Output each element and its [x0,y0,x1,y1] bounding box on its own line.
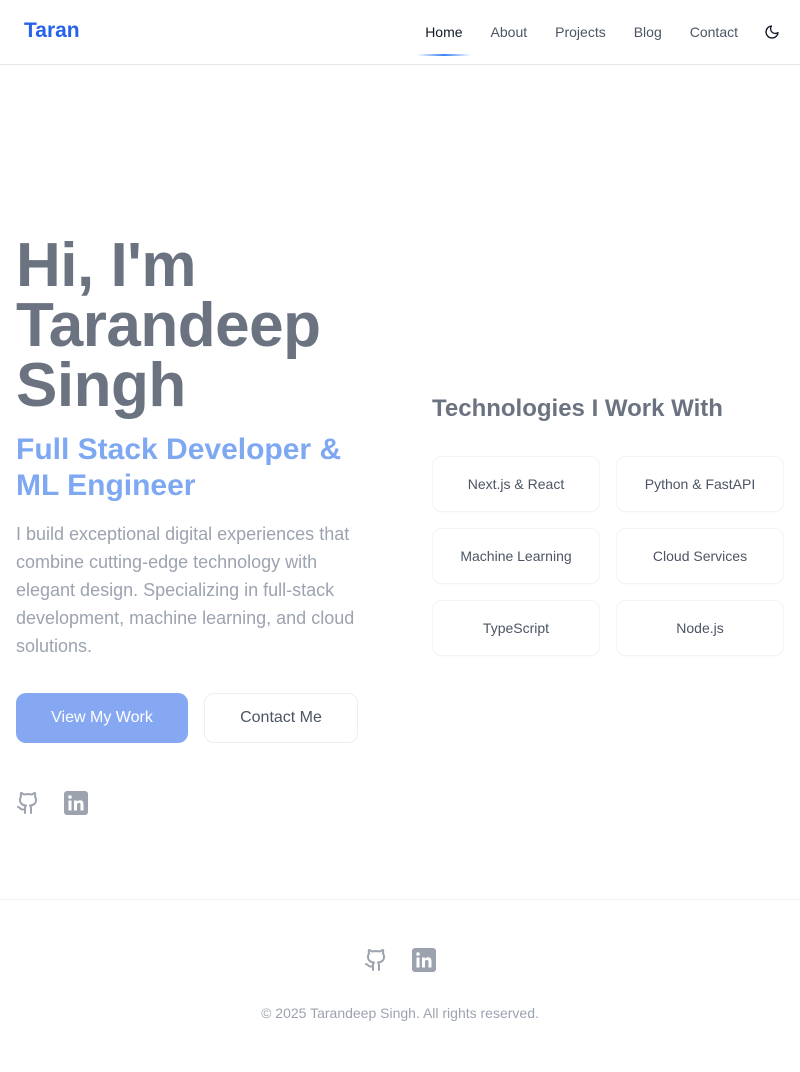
hero-title-line: Singh [16,351,186,420]
nav-link-home[interactable]: Home [417,24,471,56]
hero-title-line: Hi, I'm [16,231,197,300]
hero-buttons: View My Work Contact Me [16,693,396,743]
technologies-title: Technologies I Work With [432,395,723,422]
tech-card: TypeScript [432,600,600,656]
linkedin-icon[interactable] [412,948,436,972]
nav-links: Home About Projects Blog Contact [397,24,780,56]
contact-me-button[interactable]: Contact Me [204,693,358,743]
hero-title: Hi, I'm Tarandeep Singh [16,231,396,420]
view-my-work-button[interactable]: View My Work [16,693,188,743]
hero-subtitle-line: ML Engineer [16,469,196,502]
footer: © 2025 Tarandeep Singh. All rights reser… [0,899,800,1072]
hero-title-line: Tarandeep [16,291,321,360]
nav-link-blog[interactable]: Blog [634,24,662,40]
linkedin-icon[interactable] [64,791,88,815]
hero-subtitle-line: Full Stack Developer & [16,433,342,466]
technologies-section: Technologies I Work With Next.js & React… [432,394,784,656]
tech-card: Node.js [616,600,784,656]
tech-card: Next.js & React [432,456,600,512]
tech-card: Cloud Services [616,528,784,584]
hero-subtitle: Full Stack Developer & ML Engineer [16,432,396,504]
tech-card: Machine Learning [432,528,600,584]
footer-social-links [0,948,800,972]
github-icon[interactable] [364,948,388,972]
tech-card: Python & FastAPI [616,456,784,512]
nav-link-about[interactable]: About [491,24,528,40]
copyright-text: © 2025 Tarandeep Singh. All rights reser… [261,1005,539,1021]
technologies-grid: Next.js & React Python & FastAPI Machine… [432,456,784,656]
nav-link-contact[interactable]: Contact [690,24,738,40]
hero-social-links [16,791,396,815]
nav-link-projects[interactable]: Projects [555,24,606,40]
hero-section: Hi, I'm Tarandeep Singh Full Stack Devel… [16,231,396,815]
github-icon[interactable] [16,791,40,815]
logo[interactable]: Taran [24,19,80,43]
moon-icon[interactable] [764,24,780,40]
hero-description: I build exceptional digital experiences … [16,524,355,656]
navbar: Taran Home About Projects Blog Contact [0,0,800,65]
